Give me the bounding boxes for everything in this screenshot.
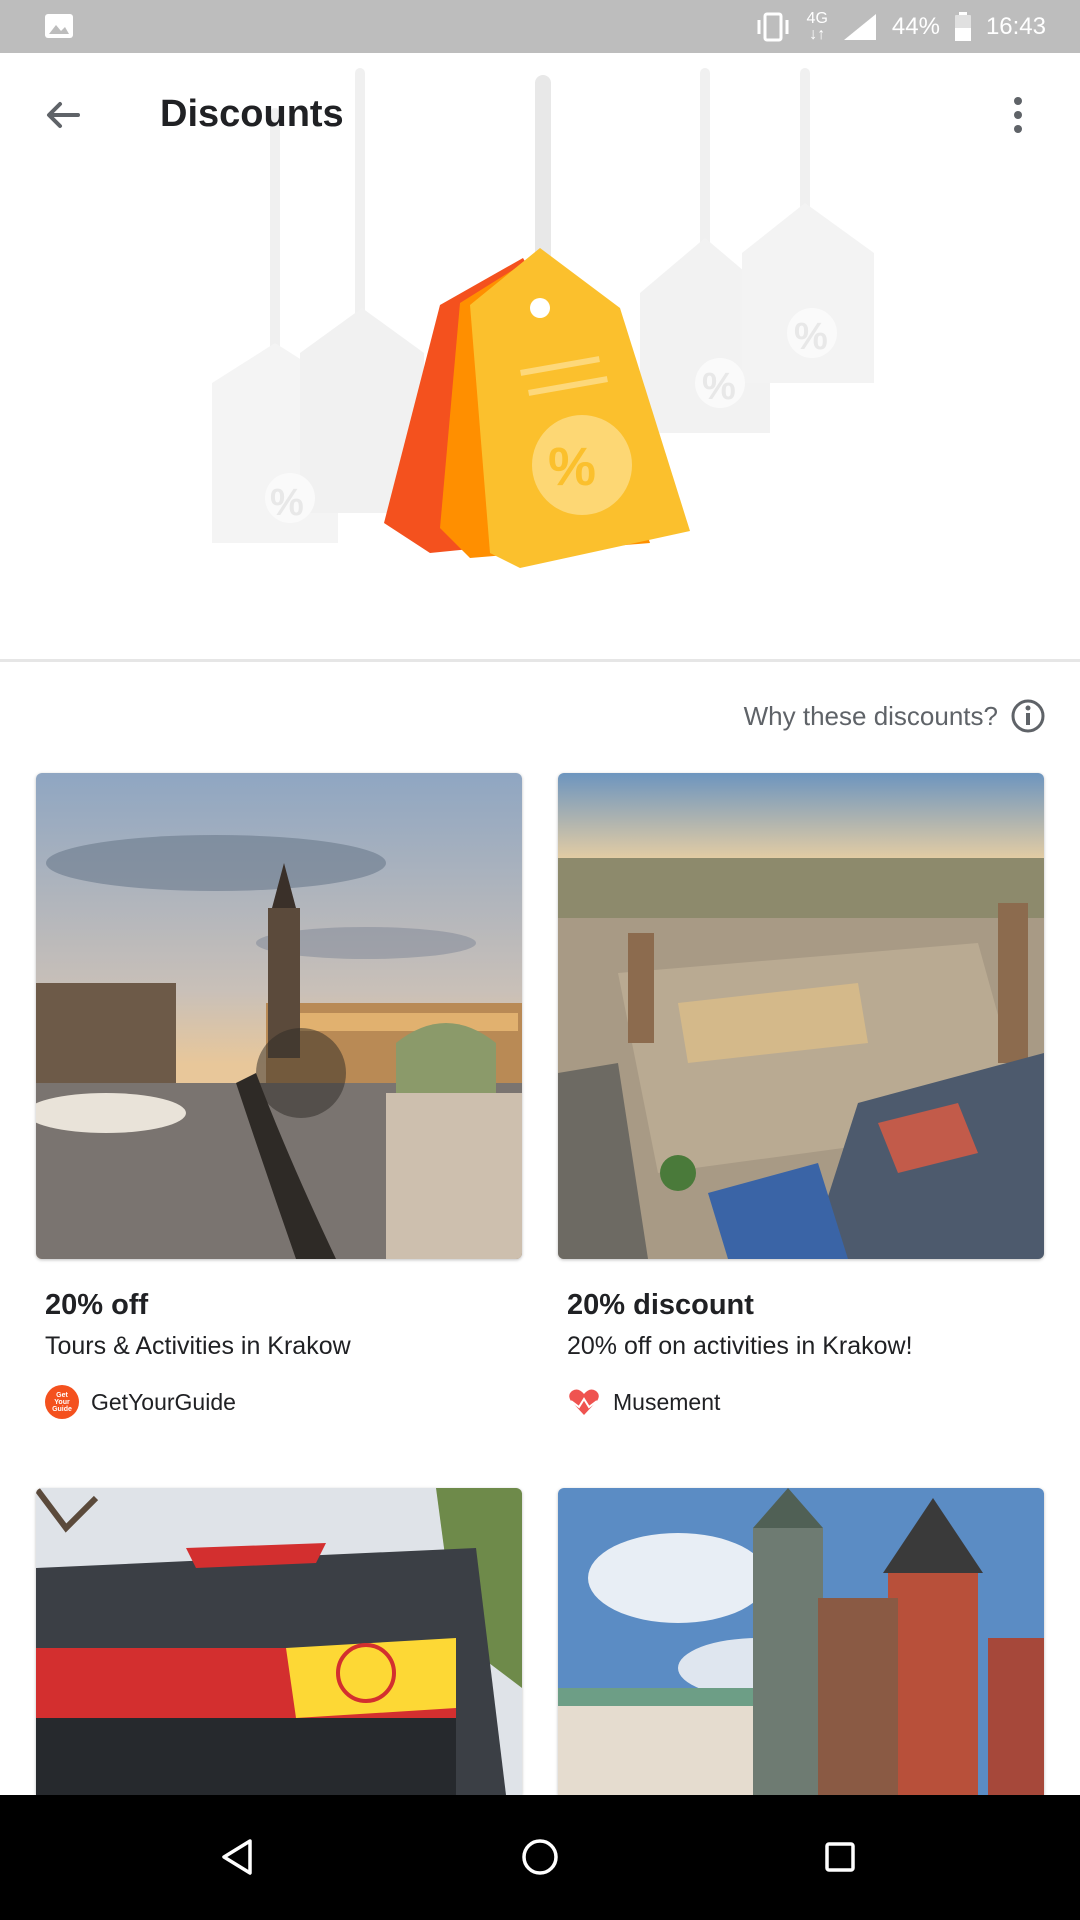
- more-vert-icon: [1014, 97, 1022, 133]
- card-headline: 20% discount: [567, 1289, 754, 1321]
- card-headline: 20% off: [45, 1289, 149, 1321]
- vibrate-icon: [757, 12, 789, 41]
- card-subtitle: Tours & Activities in Krakow: [45, 1332, 351, 1360]
- app-bar: Discounts: [0, 53, 1080, 173]
- card-image-hop-on-bus: [36, 1488, 522, 1795]
- getyourguide-logo-icon: Get Your Guide: [45, 1385, 79, 1419]
- card-image-wawel-towers: [558, 1488, 1044, 1795]
- discount-card[interactable]: 20% off Tours & Activities in Krakow Get…: [36, 773, 522, 1419]
- battery-icon: [954, 11, 971, 41]
- recents-square-icon: [825, 1842, 855, 1872]
- nav-back-button[interactable]: [205, 1825, 269, 1889]
- clock: 16:43: [985, 12, 1046, 40]
- card-provider: Get Your Guide GetYourGuide: [36, 1385, 522, 1419]
- back-button[interactable]: [30, 83, 94, 147]
- home-circle-icon: [522, 1839, 558, 1875]
- image-icon: [45, 14, 73, 38]
- section-divider: [0, 659, 1080, 662]
- status-bar: 4G ↓↑ 44% 16:43: [0, 0, 1080, 53]
- nav-home-button[interactable]: [508, 1825, 572, 1889]
- why-discounts-link[interactable]: Why these discounts?: [744, 698, 1046, 734]
- arrow-back-icon: [47, 102, 80, 128]
- provider-name: GetYourGuide: [91, 1388, 236, 1415]
- provider-name: Musement: [613, 1388, 721, 1415]
- battery-percent: 44%: [891, 12, 940, 40]
- discount-card[interactable]: [558, 1488, 1044, 1795]
- page-title: Discounts: [160, 93, 344, 135]
- why-discounts-text: Why these discounts?: [743, 700, 998, 731]
- back-triangle-icon: [222, 1839, 252, 1875]
- card-image-krakow-aerial: [558, 773, 1044, 1259]
- signal-icon: [843, 13, 876, 40]
- nav-recents-button[interactable]: [808, 1825, 872, 1889]
- tag-percent-symbol: %: [548, 437, 596, 497]
- network-type: 4G ↓↑: [806, 9, 828, 43]
- card-provider: Musement: [558, 1385, 1044, 1419]
- card-subtitle: 20% off on activities in Krakow!: [567, 1332, 913, 1360]
- svg-text:%: %: [702, 366, 736, 408]
- overflow-menu-button[interactable]: [986, 83, 1050, 147]
- svg-text:%: %: [794, 316, 828, 358]
- musement-logo-icon: [569, 1389, 599, 1415]
- discount-card[interactable]: [36, 1488, 522, 1795]
- discount-card[interactable]: 20% discount 20% off on activities in Kr…: [558, 773, 1044, 1419]
- system-nav-bar: [0, 1795, 1080, 1920]
- info-icon: [1011, 699, 1045, 733]
- svg-text:%: %: [270, 482, 304, 524]
- card-image-krakow-market-square: [36, 773, 522, 1259]
